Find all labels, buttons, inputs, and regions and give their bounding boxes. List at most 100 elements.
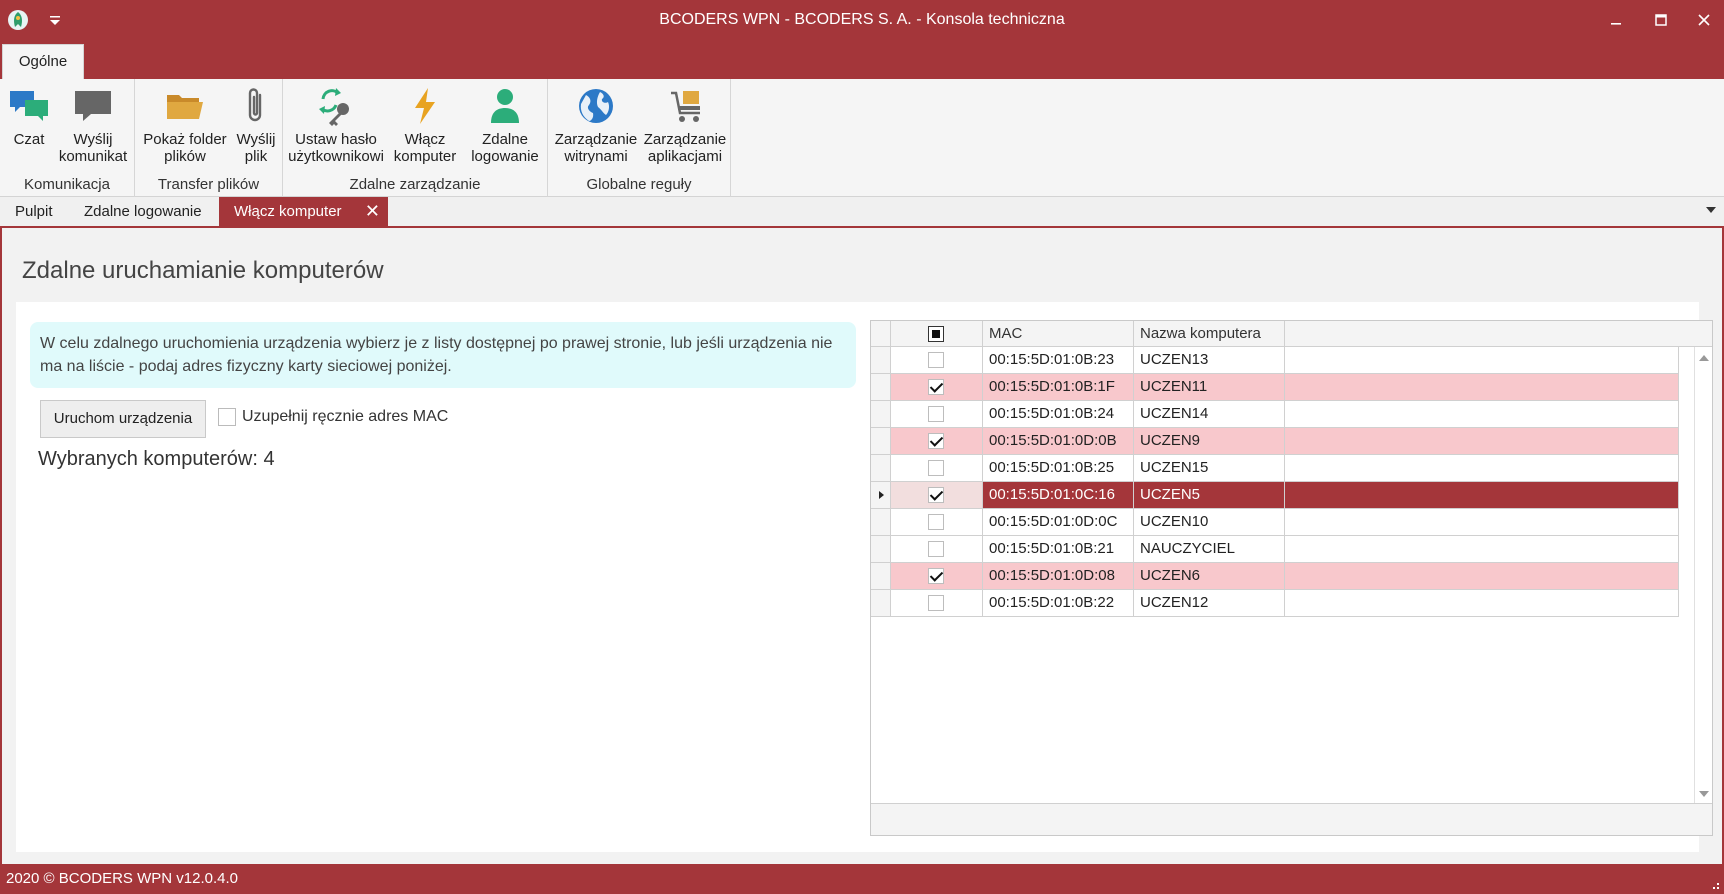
name-cell[interactable]: UCZEN15 (1134, 455, 1285, 482)
row-header[interactable] (871, 401, 891, 428)
mac-cell[interactable]: 00:15:5D:01:0B:24 (983, 401, 1134, 428)
wlacz-komputer-button[interactable]: Włącz komputer (390, 85, 460, 165)
row-checkbox[interactable] (928, 460, 944, 476)
table-row[interactable]: 00:15:5D:01:0B:21 NAUCZYCIEL (871, 536, 1679, 563)
zdalne-logowanie-button[interactable]: Zdalne logowanie (467, 85, 543, 165)
wlacz-komputer-label-1: Włącz (404, 131, 446, 148)
mac-cell[interactable]: 00:15:5D:01:0B:22 (983, 590, 1134, 617)
table-row[interactable]: 00:15:5D:01:0D:0B UCZEN9 (871, 428, 1679, 455)
row-header[interactable] (871, 563, 891, 590)
wlacz-komputer-label-2: komputer (393, 148, 457, 165)
uruchom-urzadzenia-button[interactable]: Uruchom urządzenia (40, 400, 206, 438)
mac-cell[interactable]: 00:15:5D:01:0D:0C (983, 509, 1134, 536)
table-row[interactable]: 00:15:5D:01:0C:16 UCZEN5 (871, 482, 1679, 509)
pokaz-folder-button[interactable]: Pokaż folder plików (140, 85, 230, 165)
row-header[interactable] (871, 536, 891, 563)
name-cell[interactable]: UCZEN13 (1134, 347, 1285, 374)
wyslij-komunikat-button[interactable]: Wyślij komunikat (55, 85, 131, 165)
name-cell[interactable]: UCZEN14 (1134, 401, 1285, 428)
row-header[interactable] (871, 509, 891, 536)
grid-scrollbar[interactable] (1694, 347, 1712, 805)
name-cell[interactable]: NAUCZYCIEL (1134, 536, 1285, 563)
row-header[interactable] (871, 428, 891, 455)
user-icon (491, 89, 519, 123)
page-title: Zdalne uruchamianie komputerów (22, 257, 384, 284)
tab-zdalne-logowanie[interactable]: Zdalne logowanie (84, 197, 202, 226)
select-cell[interactable] (891, 563, 983, 590)
select-cell[interactable] (891, 455, 983, 482)
row-checkbox[interactable] (928, 541, 944, 557)
column-name[interactable]: Nazwa komputera (1134, 321, 1285, 347)
mac-cell[interactable]: 00:15:5D:01:0B:25 (983, 455, 1134, 482)
select-cell[interactable] (891, 590, 983, 617)
row-header[interactable] (871, 482, 891, 509)
row-checkbox[interactable] (928, 514, 944, 530)
row-checkbox[interactable] (928, 379, 944, 395)
close-window-button[interactable] (1684, 6, 1724, 34)
name-cell[interactable]: UCZEN9 (1134, 428, 1285, 455)
name-cell[interactable]: UCZEN12 (1134, 590, 1285, 617)
scroll-down-icon[interactable] (1699, 791, 1709, 797)
maximize-button[interactable] (1641, 6, 1681, 34)
table-row[interactable]: 00:15:5D:01:0D:08 UCZEN6 (871, 563, 1679, 590)
row-checkbox[interactable] (928, 406, 944, 422)
mac-cell[interactable]: 00:15:5D:01:0D:08 (983, 563, 1134, 590)
table-row[interactable]: 00:15:5D:01:0B:25 UCZEN15 (871, 455, 1679, 482)
minimize-button[interactable] (1596, 6, 1636, 34)
select-cell[interactable] (891, 482, 983, 509)
row-header[interactable] (871, 590, 891, 617)
mac-cell[interactable]: 00:15:5D:01:0D:0B (983, 428, 1134, 455)
row-checkbox[interactable] (928, 487, 944, 503)
table-row[interactable]: 00:15:5D:01:0B:22 UCZEN12 (871, 590, 1679, 617)
aplikacje-label-1: Zarządzanie (643, 131, 727, 148)
name-cell[interactable]: UCZEN10 (1134, 509, 1285, 536)
ribbon-tab-ogolne[interactable]: Ogólne (2, 44, 84, 81)
name-cell[interactable]: UCZEN6 (1134, 563, 1285, 590)
table-row[interactable]: 00:15:5D:01:0B:24 UCZEN14 (871, 401, 1679, 428)
tab-pulpit[interactable]: Pulpit (15, 197, 53, 226)
mac-cell[interactable]: 00:15:5D:01:0B:1F (983, 374, 1134, 401)
select-cell[interactable] (891, 401, 983, 428)
table-row[interactable]: 00:15:5D:01:0B:1F UCZEN11 (871, 374, 1679, 401)
cart-icon (671, 91, 700, 122)
info-box: W celu zdalnego uruchomienia urządzenia … (30, 322, 856, 388)
row-checkbox[interactable] (928, 595, 944, 611)
wyslij-plik-button[interactable]: Wyślij plik (232, 85, 280, 165)
select-cell[interactable] (891, 428, 983, 455)
close-tab-icon[interactable]: ✕ (365, 197, 380, 226)
pokaz-folder-label-1: Pokaż folder (143, 131, 227, 148)
mac-cell[interactable]: 00:15:5D:01:0C:16 (983, 482, 1134, 509)
row-header[interactable] (871, 455, 891, 482)
mac-cell[interactable]: 00:15:5D:01:0B:23 (983, 347, 1134, 374)
tab-wlacz-komputer[interactable]: Włącz komputer ✕ (219, 197, 388, 226)
name-cell[interactable]: UCZEN11 (1134, 374, 1285, 401)
row-checkbox[interactable] (928, 568, 944, 584)
select-cell[interactable] (891, 347, 983, 374)
row-checkbox[interactable] (928, 352, 944, 368)
manual-mac-checkbox[interactable] (218, 408, 236, 426)
zarzadzanie-witrynami-button[interactable]: Zarządzanie witrynami (554, 85, 638, 165)
row-header[interactable] (871, 374, 891, 401)
folder-open-icon (167, 95, 203, 119)
zarzadzanie-aplikacjami-button[interactable]: Zarządzanie aplikacjami (642, 85, 728, 165)
select-cell[interactable] (891, 509, 983, 536)
select-all-column[interactable] (891, 321, 983, 347)
czat-button[interactable]: Czat (6, 85, 52, 148)
mac-cell[interactable]: 00:15:5D:01:0B:21 (983, 536, 1134, 563)
column-mac[interactable]: MAC (983, 321, 1134, 347)
tabs-dropdown-icon[interactable] (1706, 207, 1716, 213)
row-header[interactable] (871, 347, 891, 374)
select-all-checkbox[interactable] (928, 326, 944, 342)
table-row[interactable]: 00:15:5D:01:0D:0C UCZEN10 (871, 509, 1679, 536)
select-cell[interactable] (891, 374, 983, 401)
ribbon-tab-strip: Ogólne (0, 42, 1724, 81)
select-cell[interactable] (891, 536, 983, 563)
manual-mac-label[interactable]: Uzupełnij ręcznie adres MAC (242, 408, 448, 426)
wyslij-komunikat-label-2: komunikat (58, 148, 128, 165)
row-checkbox[interactable] (928, 433, 944, 449)
resize-grip-icon[interactable] (1708, 878, 1720, 890)
name-cell[interactable]: UCZEN5 (1134, 482, 1285, 509)
scroll-up-icon[interactable] (1699, 355, 1709, 361)
ustaw-haslo-button[interactable]: Ustaw hasło użytkownikowi (286, 85, 386, 165)
table-row[interactable]: 00:15:5D:01:0B:23 UCZEN13 (871, 347, 1679, 374)
